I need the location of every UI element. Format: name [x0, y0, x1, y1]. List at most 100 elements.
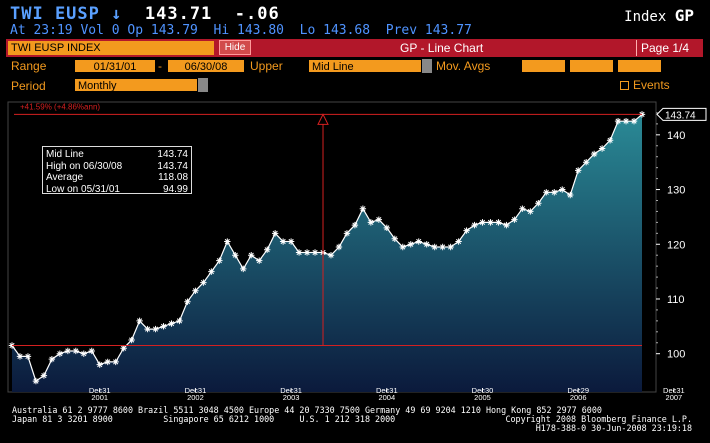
- data-point: [543, 189, 550, 196]
- x-tick-year: 2003: [283, 393, 300, 402]
- data-point: [375, 216, 383, 223]
- data-point: [335, 243, 343, 251]
- legend-label: Average: [46, 172, 84, 183]
- data-point: [614, 117, 622, 125]
- quote-volume: Vol 0: [80, 23, 120, 38]
- quote-high: Hi 143.80: [213, 23, 284, 38]
- legend-value: 94.99: [162, 183, 188, 195]
- period-label: Period: [11, 79, 46, 93]
- legend-label: High on 06/30/08: [46, 160, 123, 172]
- data-point: [256, 257, 263, 264]
- start-date-field[interactable]: 01/31/01: [74, 59, 156, 73]
- data-point: [447, 243, 454, 251]
- data-point: [527, 208, 534, 215]
- function-code[interactable]: GP: [675, 6, 694, 25]
- legend-row: High on 06/30/08 143.74: [46, 161, 188, 173]
- hide-button[interactable]: Hide: [219, 40, 251, 55]
- data-point: [72, 347, 79, 355]
- net-change: -.06: [234, 4, 280, 24]
- events-checkbox[interactable]: [620, 81, 629, 90]
- period-field[interactable]: Monthly: [74, 78, 198, 92]
- data-point: [32, 377, 40, 385]
- footer-japan: Japan 81 3 3201 8900: [12, 414, 113, 424]
- data-point: [590, 150, 598, 158]
- data-point: [383, 224, 391, 232]
- ticker-symbol: TWI EUSP: [10, 4, 100, 24]
- y-tick-label: 100: [667, 349, 685, 361]
- footer-timestamp: H178-388-0 30-Jun-2008 23:19:18: [535, 423, 692, 433]
- data-point: [104, 358, 111, 366]
- x-tick-year: 2007: [666, 393, 683, 402]
- y-tick-label: 140: [667, 130, 685, 142]
- chart-legend: Mid Line 143.74 High on 06/30/08 143.74 Av…: [42, 146, 192, 196]
- data-point: [64, 347, 72, 355]
- data-point: [263, 246, 271, 253]
- data-point: [598, 145, 606, 152]
- quote-time: At 23:19: [10, 23, 73, 38]
- last-price: 143.71: [144, 4, 213, 24]
- data-point: [248, 252, 255, 259]
- data-point: [551, 189, 558, 196]
- y-tick-label: 120: [667, 239, 685, 251]
- x-tick-year: 2006: [570, 393, 587, 402]
- quote-low: Lo 143.68: [299, 23, 371, 38]
- upper-label: Upper: [250, 59, 283, 73]
- security-field[interactable]: TWI EUSP INDEX: [8, 41, 214, 55]
- legend-row: Low on 05/31/01 94.99: [46, 184, 188, 196]
- data-point: [439, 243, 446, 251]
- upper-study-field[interactable]: Mid Line: [308, 59, 422, 73]
- data-point: [511, 216, 518, 223]
- market-sector: Index: [624, 9, 667, 25]
- x-tick-year: 2005: [474, 393, 491, 402]
- data-point: [423, 241, 430, 248]
- y-tick-label: 130: [667, 185, 685, 197]
- footer-copyright: Copyright 2008 Bloomberg Finance L.P. H1…: [505, 415, 692, 433]
- legend-value: 118.08: [158, 172, 188, 183]
- period-dropdown-button[interactable]: [198, 78, 208, 92]
- quote-details: At 23:19 Vol 0 Op 143.79 Hi 143.80 Lo 14…: [10, 23, 472, 38]
- ticker-header: TWI EUSP ↓ 143.71 -.06: [10, 4, 280, 24]
- footer-singapore: Singapore 65 6212 1000: [163, 414, 275, 424]
- quote-prev: Prev 143.77: [385, 23, 472, 38]
- x-tick-year: 2004: [378, 393, 395, 402]
- legend-value: 143.74: [157, 160, 188, 172]
- data-point: [407, 241, 414, 248]
- mov-avg-field-3[interactable]: [617, 59, 662, 73]
- footer-us: U.S. 1 212 318 2000: [299, 414, 396, 424]
- range-dash: -: [158, 59, 162, 73]
- legend-row: Average 118.08: [46, 172, 188, 184]
- legend-value: 143.74: [157, 149, 188, 160]
- mov-avg-field-2[interactable]: [569, 59, 614, 73]
- down-arrow-icon: ↓: [111, 4, 123, 24]
- x-tick-year: 2001: [91, 393, 108, 402]
- legend-label: Mid Line: [46, 149, 84, 160]
- legend-label: Low on 05/31/01: [46, 183, 120, 195]
- data-point: [232, 252, 239, 259]
- data-point: [112, 358, 119, 366]
- mov-avgs-label: Mov. Avgs: [436, 59, 491, 73]
- page-indicator[interactable]: Page 1/4: [636, 40, 702, 56]
- data-point: [271, 230, 279, 237]
- data-point: [463, 227, 470, 234]
- legend-row: Mid Line 143.74: [46, 149, 188, 161]
- data-point: [144, 325, 151, 333]
- data-point: [622, 117, 630, 125]
- data-point: [535, 200, 542, 207]
- data-point: [327, 252, 335, 259]
- x-tick-year: 2002: [187, 393, 204, 402]
- chart-title: GP - Line Chart: [400, 41, 484, 55]
- data-point: [582, 158, 590, 166]
- market-function: Index GP: [624, 6, 694, 25]
- events-label: Events: [633, 78, 670, 92]
- quote-open: Op 143.79: [127, 23, 198, 38]
- y-tick-label: 110: [667, 294, 685, 306]
- last-value-label: 143.74: [665, 110, 696, 121]
- upper-dropdown-button[interactable]: [422, 59, 432, 73]
- data-point: [431, 243, 438, 251]
- data-point: [391, 235, 398, 242]
- data-point: [152, 325, 159, 333]
- range-label: Range: [11, 59, 47, 73]
- data-point: [216, 257, 223, 264]
- end-date-field[interactable]: 06/30/08: [167, 59, 245, 73]
- mov-avg-field-1[interactable]: [521, 59, 566, 73]
